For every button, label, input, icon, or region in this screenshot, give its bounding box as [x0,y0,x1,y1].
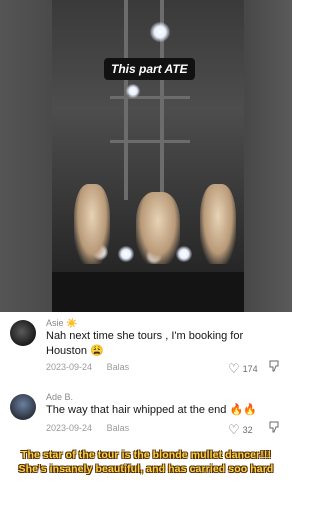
reply-button[interactable]: Balas [107,423,130,433]
stage-floor [52,272,244,312]
comment-text: Nah next time she tours , I'm booking fo… [46,330,244,357]
dislike-button[interactable] [268,360,280,375]
stage-wall-right [244,0,292,312]
avatar[interactable] [10,394,36,420]
stage-light [118,246,134,262]
reply-button[interactable]: Balas [107,362,130,372]
dancer-figure [74,184,110,264]
comment-item: Asie ☀️ Nah next time she tours , I'm bo… [0,316,292,382]
dislike-button[interactable] [268,421,280,436]
comment-meta: 2023-09-24 Balas [46,423,141,433]
video-caption: This part ATE [104,58,195,80]
comment-text: The way that hair whipped at the end 🔥🔥 [46,404,257,416]
lighting-truss [124,0,128,200]
comment-date: 2023-09-24 [46,423,93,433]
banner-line-1: The star of the tour is the blonde mulle… [20,449,272,461]
comment-username[interactable]: Asie ☀️ [46,318,77,329]
heart-icon: ♡ [228,422,240,437]
stage-light [126,84,140,98]
lighting-truss [110,96,190,99]
lighting-truss [110,140,190,143]
like-button[interactable]: ♡ 174 [228,361,258,377]
heart-icon: ♡ [228,361,240,376]
avatar[interactable] [10,320,36,346]
like-button[interactable]: ♡ 32 [228,422,253,438]
dancer-figure [136,192,180,264]
banner-line-2: She's insanely beautiful, and has carrie… [18,463,274,475]
thumbs-down-icon [269,421,279,433]
dancer-figure [200,184,236,264]
stage-light [150,22,170,42]
comment-date: 2023-09-24 [46,362,93,372]
overlay-caption-banner: The star of the tour is the blonde mulle… [0,448,292,486]
comment-username[interactable]: Ade B. [46,392,73,402]
comment-meta: 2023-09-24 Balas [46,362,141,372]
video-player[interactable]: This part ATE [0,0,292,312]
comment-item: Ade B. The way that hair whipped at the … [0,390,292,444]
thumbs-down-icon [269,360,279,372]
stage-wall-left [0,0,52,312]
like-count: 174 [242,364,258,374]
like-count: 32 [242,425,253,435]
